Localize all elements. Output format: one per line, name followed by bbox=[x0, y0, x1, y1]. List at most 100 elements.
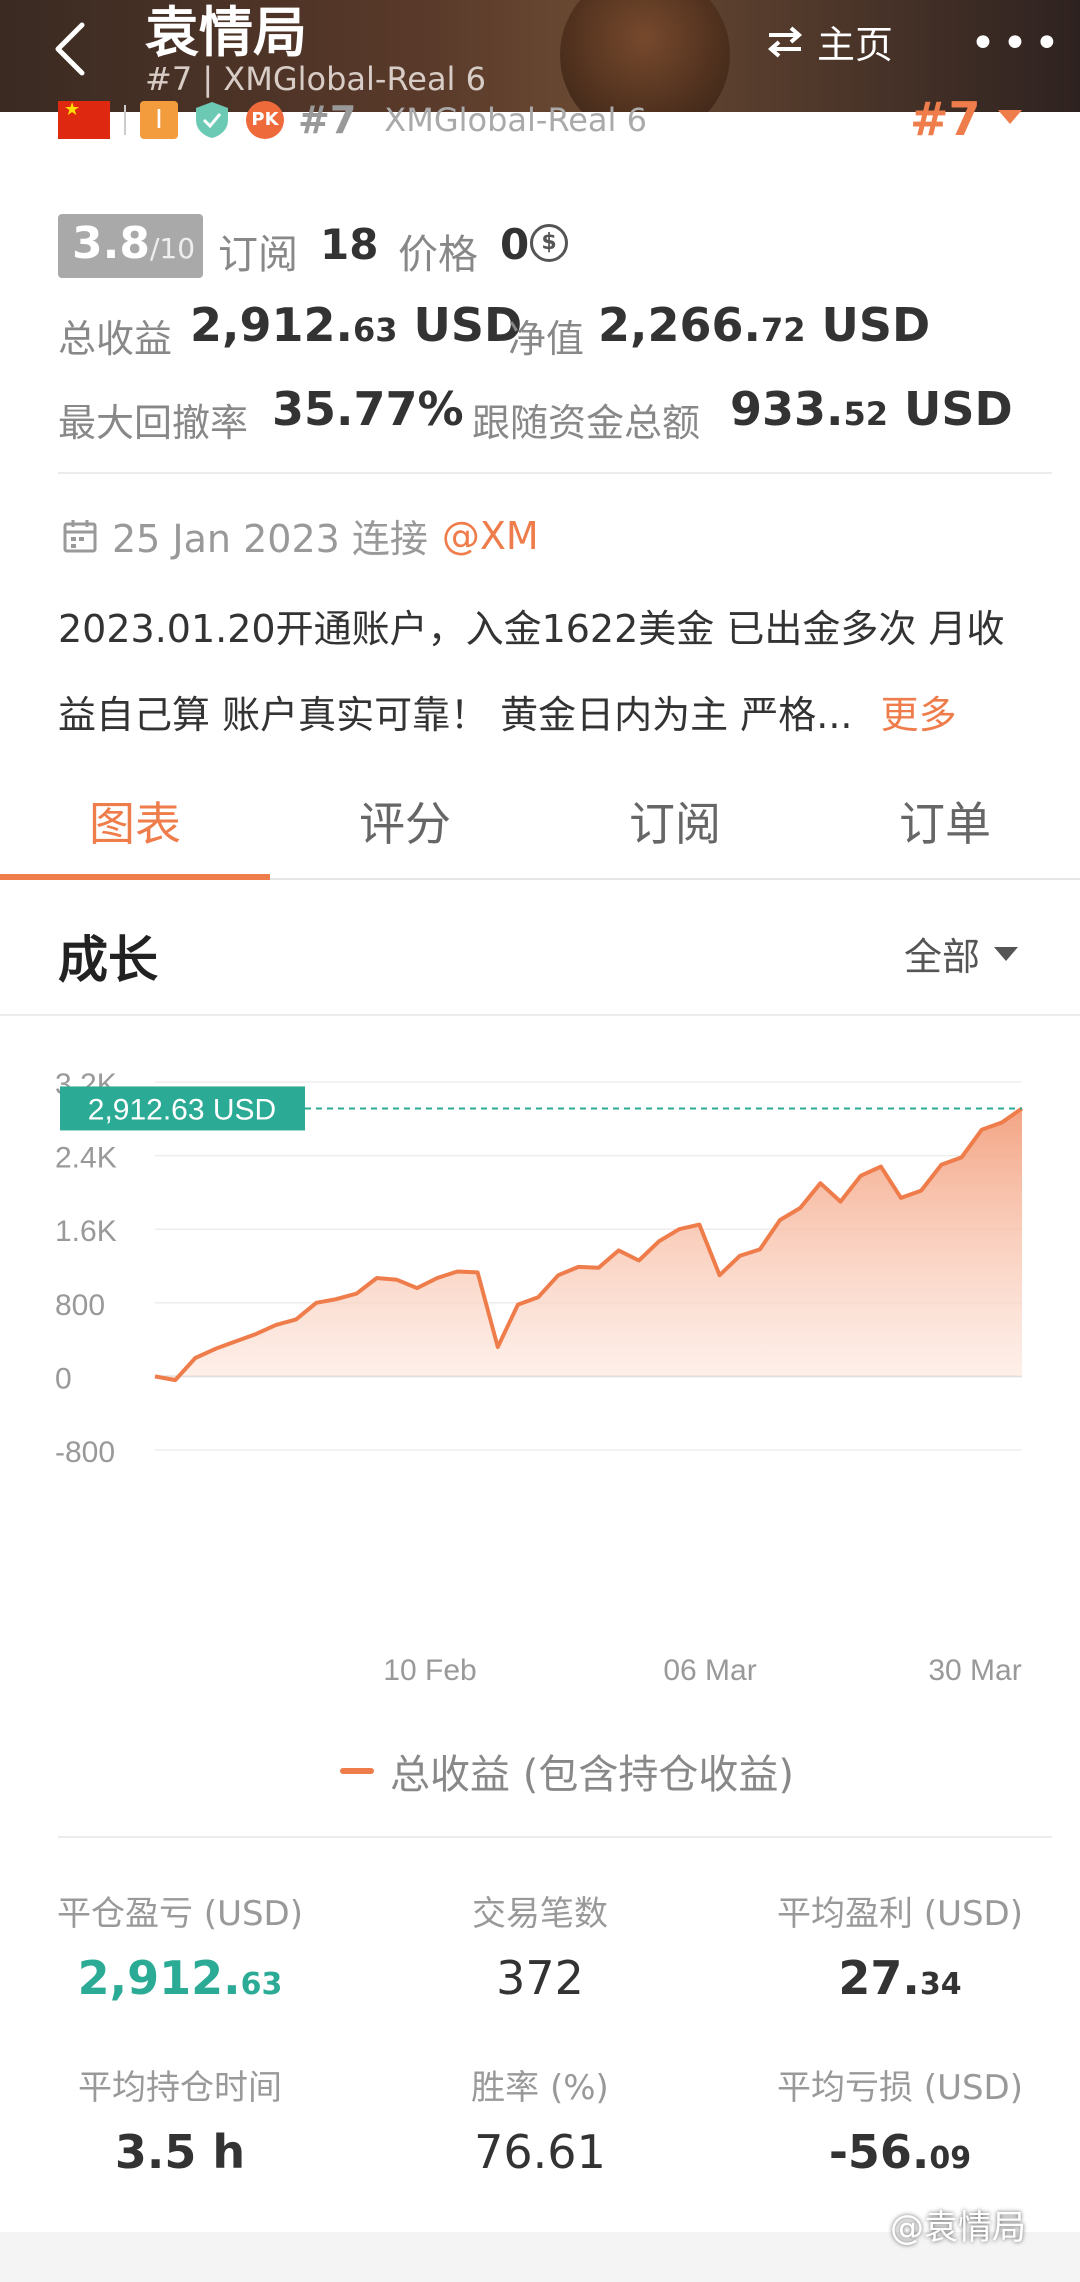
follow-dec: 52 bbox=[843, 395, 889, 433]
account-text: XMGlobal-Real 6 bbox=[384, 101, 647, 139]
growth-chart: 3.2K2.4K1.6K8000-80010 Feb 06 Mar 30 Mar2,… bbox=[55, 1068, 1024, 1687]
stat-value: -56.09 bbox=[760, 2125, 1040, 2179]
stat-dec: 34 bbox=[919, 1967, 962, 2002]
y-tick-label: 800 bbox=[55, 1289, 105, 1322]
avatar-background bbox=[560, 0, 730, 112]
more-menu-button[interactable]: ••• bbox=[970, 18, 1066, 69]
stat-dec: 09 bbox=[929, 2141, 972, 2176]
stat-avg-loss: 平均亏损 (USD) -56.09 bbox=[760, 2060, 1040, 2179]
tab-subscribe[interactable]: 订阅 bbox=[540, 776, 810, 878]
stat-avg-profit: 平均盈利 (USD) 27.34 bbox=[760, 1886, 1040, 2005]
back-button[interactable] bbox=[40, 14, 100, 84]
stat-value: 3.5 h bbox=[114, 2125, 246, 2179]
divider bbox=[58, 1836, 1052, 1838]
stat-avg-hold: 平均持仓时间 3.5 h bbox=[40, 2060, 320, 2179]
stat-label: 交易笔数 bbox=[472, 1894, 608, 1934]
more-link[interactable]: 更多 bbox=[881, 693, 957, 737]
x-tick-label: 30 Mar bbox=[928, 1654, 1021, 1687]
description-text: 2023.01.20开通账户，入金1622美金 已出金多次 月收益自己算 账户真… bbox=[58, 607, 1005, 737]
drawdown-value: 35.77% bbox=[272, 382, 464, 436]
divider bbox=[0, 1014, 1080, 1016]
stat-int: 27. bbox=[838, 1951, 920, 2005]
y-tick-label: 2.4K bbox=[55, 1142, 117, 1175]
stat-label: 平均盈利 (USD) bbox=[777, 1894, 1023, 1934]
section-title: 成长 bbox=[58, 931, 158, 989]
swap-icon bbox=[767, 25, 803, 58]
tab-bar: 图表 评分 订阅 订单 bbox=[0, 776, 1080, 880]
total-profit-int: 2,912. bbox=[190, 298, 353, 352]
stat-label: 平仓盈亏 (USD) bbox=[57, 1894, 303, 1934]
description: 2023.01.20开通账户，入金1622美金 已出金多次 月收益自己算 账户真… bbox=[58, 586, 1038, 758]
price-label: 价格 bbox=[398, 232, 478, 278]
x-tick-label: 10 Feb bbox=[383, 1654, 476, 1687]
stat-value: 2,912.63 bbox=[40, 1951, 320, 2005]
equity-unit: USD bbox=[821, 298, 931, 352]
chevron-left-icon bbox=[55, 22, 85, 76]
range-filter[interactable]: 全部 bbox=[904, 926, 1019, 981]
total-profit-value: 2,912.63 USD bbox=[190, 298, 522, 352]
follow-int: 933. bbox=[730, 382, 844, 436]
pk-badge: PK bbox=[246, 101, 284, 139]
stat-label: 平均持仓时间 bbox=[78, 2068, 282, 2108]
rank-large: #7 bbox=[910, 92, 981, 146]
connect-date: 25 Jan 2023 连接 bbox=[112, 517, 428, 561]
stat-int: 2,912. bbox=[77, 1951, 241, 2005]
equity-int: 2,266. bbox=[598, 298, 761, 352]
home-button[interactable]: 主页 bbox=[765, 14, 893, 69]
chart-area bbox=[155, 1108, 1022, 1381]
equity-label: 净值 bbox=[508, 317, 585, 361]
stat-int: -56. bbox=[828, 2125, 930, 2179]
chart-legend: 总收益 (包含持仓收益) bbox=[340, 1742, 794, 1800]
follow-funds-value: 933.52 USD bbox=[730, 382, 1013, 436]
chevron-down-icon bbox=[994, 946, 1019, 961]
price-value: 0 bbox=[500, 220, 530, 269]
total-profit-label: 总收益 bbox=[58, 317, 173, 361]
page-subtitle: #7 | XMGlobal-Real 6 bbox=[145, 60, 486, 98]
y-tick-label: 1.6K bbox=[55, 1215, 117, 1248]
equity-dec: 72 bbox=[760, 311, 806, 349]
subscribe-label: 订阅 bbox=[218, 232, 298, 278]
drawdown-label: 最大回撤率 bbox=[58, 401, 249, 445]
stat-value: 27.34 bbox=[760, 1951, 1040, 2005]
tab-rating[interactable]: 评分 bbox=[270, 776, 540, 878]
score-max: /10 bbox=[149, 232, 196, 265]
china-flag-icon bbox=[58, 99, 110, 139]
follow-funds-label: 跟随资金总额 bbox=[472, 401, 701, 445]
calendar-icon bbox=[63, 519, 97, 552]
score-badge: 3.8 /10 bbox=[58, 214, 203, 278]
watermark: @袁情局 bbox=[890, 2208, 1026, 2248]
stat-value: 372 bbox=[496, 1951, 584, 2005]
tab-orders[interactable]: 订单 bbox=[810, 776, 1080, 878]
legend-swatch bbox=[340, 1768, 374, 1774]
y-tick-label: -800 bbox=[55, 1436, 115, 1469]
current-value-label: 2,912.63 USD bbox=[88, 1093, 276, 1126]
rank-dropdown-icon[interactable] bbox=[998, 110, 1022, 124]
equity-value: 2,266.72 USD bbox=[598, 298, 930, 352]
score-value: 3.8 bbox=[72, 218, 150, 269]
stat-closed-pnl: 平仓盈亏 (USD) 2,912.63 bbox=[40, 1886, 320, 2005]
stat-value: 76.61 bbox=[474, 2125, 606, 2179]
legend-label: 总收益 (包含持仓收益) bbox=[390, 1752, 794, 1798]
stat-trades: 交易笔数 372 bbox=[400, 1886, 680, 2005]
level-badge: I bbox=[140, 101, 178, 139]
x-tick-label: 06 Mar bbox=[663, 1654, 756, 1687]
connect-row: 25 Jan 2023 连接 @XM bbox=[62, 508, 539, 563]
divider bbox=[58, 472, 1052, 474]
home-label: 主页 bbox=[817, 23, 894, 67]
stat-win-rate: 胜率 (%) 76.61 bbox=[400, 2060, 680, 2179]
y-tick-label: 0 bbox=[55, 1362, 72, 1395]
coin-icon: $ bbox=[530, 224, 568, 262]
total-profit-dec: 63 bbox=[352, 311, 398, 349]
range-filter-label: 全部 bbox=[904, 935, 981, 979]
tab-chart[interactable]: 图表 bbox=[0, 776, 270, 880]
stat-label: 胜率 (%) bbox=[471, 2068, 609, 2108]
stat-label: 平均亏损 (USD) bbox=[777, 2068, 1023, 2108]
broker-link[interactable]: @XM bbox=[442, 514, 539, 558]
total-profit-unit: USD bbox=[413, 298, 523, 352]
divider bbox=[124, 105, 126, 135]
rank-text: #7 bbox=[298, 98, 357, 142]
stat-dec: 63 bbox=[240, 1967, 283, 2002]
verified-shield-icon bbox=[196, 102, 228, 138]
badge-row: I PK #7 XMGlobal-Real 6 bbox=[58, 98, 647, 142]
subscribe-value: 18 bbox=[320, 220, 379, 269]
